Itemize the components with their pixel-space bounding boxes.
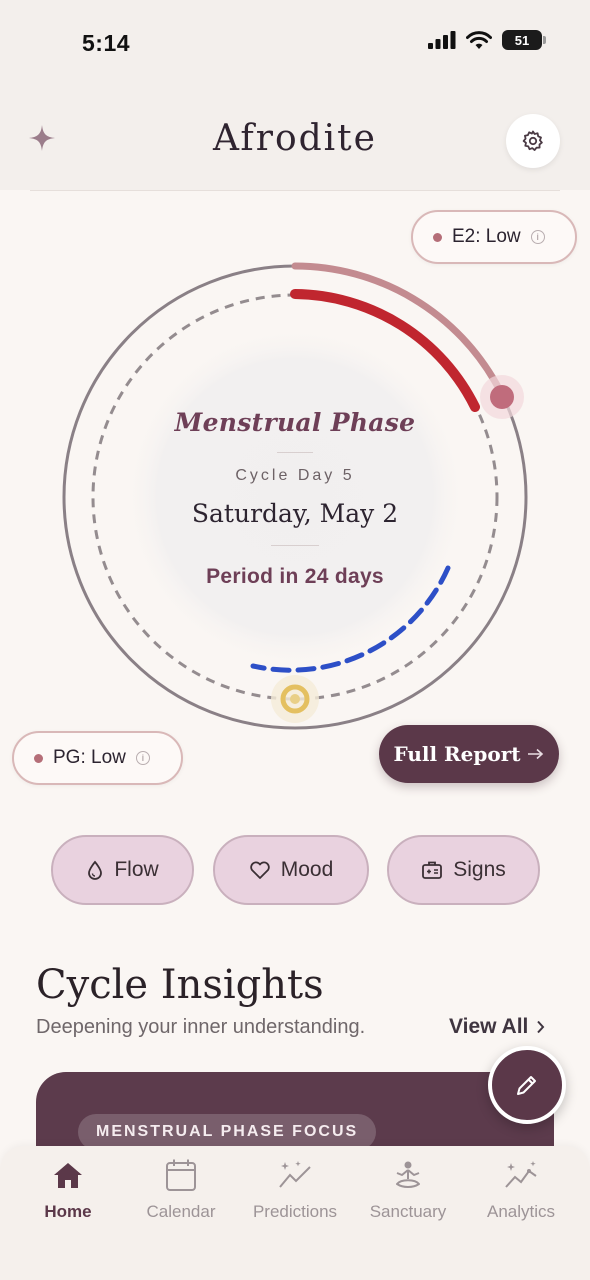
- meditation-icon: [396, 1161, 420, 1188]
- status-icons: 51: [428, 30, 546, 50]
- droplet-icon: [88, 860, 103, 880]
- full-report-button[interactable]: Full Report: [379, 725, 559, 783]
- info-icon[interactable]: i: [530, 230, 545, 244]
- nav-analytics[interactable]: Analytics: [466, 1158, 576, 1222]
- status-time: 5:14: [82, 30, 131, 56]
- current-date: Saturday, May 2: [191, 499, 399, 528]
- chip-label: Signs: [453, 858, 506, 881]
- page-title: Afrodite: [213, 118, 377, 159]
- phase-name: Menstrual Phase: [174, 408, 416, 437]
- nav-calendar[interactable]: Calendar: [126, 1158, 236, 1222]
- log-flow-button[interactable]: Flow: [51, 835, 194, 905]
- pg-label: PG: Low: [53, 747, 126, 768]
- info-icon[interactable]: i: [135, 751, 150, 765]
- log-signs-button[interactable]: Signs: [387, 835, 540, 905]
- chevron-right-icon: [537, 1020, 545, 1034]
- nav-label: Calendar: [146, 1202, 216, 1221]
- nav-label: Sanctuary: [369, 1202, 447, 1221]
- trend-sparkle-icon: [279, 1161, 311, 1188]
- nav-label: Predictions: [252, 1202, 338, 1221]
- e2-hormone-pill[interactable]: E2: Low i: [411, 210, 577, 264]
- insights-title: Cycle Insights: [36, 962, 324, 1008]
- medical-kit-icon: [422, 861, 443, 879]
- home-icon: [54, 1163, 82, 1188]
- calendar-icon: [166, 1159, 196, 1191]
- full-report-label: Full Report: [393, 742, 521, 766]
- divider: [277, 452, 313, 453]
- insights-subtitle: Deepening your inner understanding.: [36, 1016, 366, 1038]
- status-dot: [433, 232, 442, 242]
- ovulation-marker-core: [290, 694, 300, 704]
- cycle-day: Cycle Day 5: [235, 467, 355, 484]
- current-day-marker: [490, 385, 514, 409]
- nav-sanctuary[interactable]: Sanctuary: [353, 1158, 463, 1222]
- signal-icon: [428, 31, 456, 49]
- nav-home[interactable]: Home: [13, 1158, 123, 1222]
- chip-label: Flow: [114, 858, 159, 881]
- wifi-icon: [466, 30, 492, 49]
- cycle-dial: [62, 262, 528, 730]
- view-all-label: View All: [449, 1015, 529, 1038]
- heart-icon: [250, 861, 270, 879]
- analytics-icon: [505, 1161, 537, 1188]
- arrow-right-icon: [527, 748, 543, 760]
- period-countdown: Period in 24 days: [206, 565, 384, 588]
- nav-predictions[interactable]: Predictions: [240, 1158, 350, 1222]
- log-mood-button[interactable]: Mood: [213, 835, 369, 905]
- e2-label: E2: Low: [452, 226, 521, 247]
- battery-icon: 51: [502, 30, 546, 50]
- pg-hormone-pill[interactable]: PG: Low i: [12, 731, 183, 785]
- nav-label: Analytics: [486, 1202, 556, 1221]
- phase-focus-badge: MENSTRUAL PHASE FOCUS: [78, 1114, 377, 1150]
- header-divider: [30, 190, 560, 191]
- settings-button[interactable]: [506, 114, 560, 168]
- divider: [271, 545, 319, 546]
- edit-log-button[interactable]: [488, 1046, 566, 1124]
- gear-icon: [522, 130, 543, 151]
- status-dot: [34, 753, 43, 763]
- nav-label: Home: [44, 1202, 92, 1221]
- pencil-icon: [517, 1076, 536, 1095]
- chip-label: Mood: [280, 858, 334, 881]
- view-all-link[interactable]: View All: [449, 1015, 545, 1039]
